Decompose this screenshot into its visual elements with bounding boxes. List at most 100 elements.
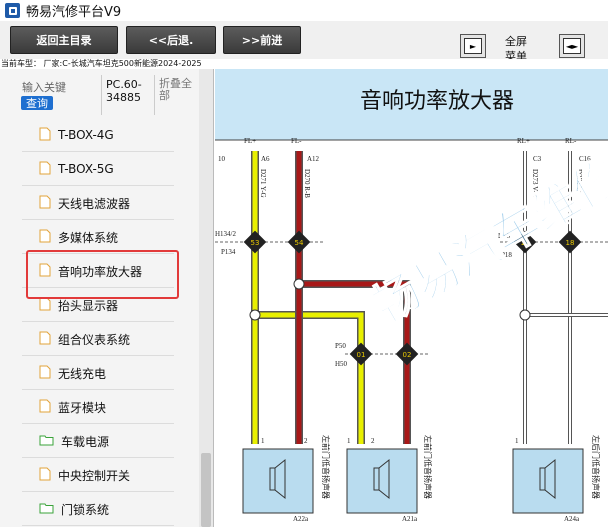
file-icon bbox=[39, 297, 51, 314]
connector-02: 02 bbox=[395, 342, 419, 366]
tree-item-label: 蓝牙模块 bbox=[58, 400, 107, 415]
collapse-all-button[interactable]: 折叠全 部 bbox=[159, 78, 192, 102]
divider bbox=[101, 75, 102, 115]
file-icon bbox=[39, 229, 51, 246]
file-icon bbox=[39, 161, 51, 178]
tree-item[interactable]: T-BOX-4G bbox=[22, 119, 174, 152]
connector-53: 53 bbox=[243, 230, 267, 254]
spk1-pin1: 1 bbox=[261, 437, 265, 445]
spk1-pin2: 2 bbox=[304, 437, 308, 445]
tree-item[interactable]: 蓝牙模块 bbox=[22, 391, 174, 424]
expand-right-icon: ► bbox=[464, 38, 482, 54]
a22a-label: A22a bbox=[293, 515, 309, 523]
title-bar: 畅易汽修平台V9 bbox=[0, 0, 608, 21]
wire-yg-label: D271 Y-G bbox=[259, 169, 267, 198]
p134-label: P134 bbox=[221, 248, 236, 256]
folder-icon bbox=[39, 502, 54, 517]
svg-text:54: 54 bbox=[295, 239, 304, 247]
splice-point bbox=[293, 278, 305, 290]
part-code-line1: PC.60- bbox=[106, 78, 142, 91]
tree-item[interactable]: 门锁系统 bbox=[22, 493, 174, 526]
pin-10-label: 10 bbox=[218, 155, 226, 163]
file-icon bbox=[39, 365, 51, 382]
part-code: PC.60- 34885 bbox=[106, 78, 142, 104]
scrollbar-thumb[interactable] bbox=[201, 453, 211, 527]
collapse-line2: 部 bbox=[159, 89, 170, 102]
tree-item-label: 门锁系统 bbox=[61, 502, 110, 517]
spk3-pin1: 1 bbox=[515, 437, 519, 445]
file-icon bbox=[39, 399, 51, 416]
rl-plus-label: RL+ bbox=[517, 137, 530, 145]
p50-label: P50 bbox=[335, 342, 346, 350]
file-icon bbox=[39, 127, 51, 144]
sidebar-scrollbar[interactable] bbox=[199, 69, 213, 527]
connector-01: 01 bbox=[349, 342, 373, 366]
tree-item-label: 中央控制开关 bbox=[58, 468, 131, 483]
splice-point bbox=[249, 309, 261, 321]
tree-item-label: 无线充电 bbox=[58, 366, 107, 381]
h134-label: H134/2 bbox=[215, 230, 237, 238]
toolbar: 返回主目录 <<后退. >>前进 ► 全屏 菜单 ◄► bbox=[0, 21, 608, 63]
tree-item[interactable]: 车载电源 bbox=[22, 425, 174, 458]
tree-item-label: 组合仪表系统 bbox=[58, 332, 131, 347]
tree-item[interactable]: 天线电滤波器 bbox=[22, 187, 174, 220]
a24a-label: A24a bbox=[564, 515, 580, 523]
file-icon bbox=[39, 331, 51, 348]
wire-rb-label: D270 R-B bbox=[303, 169, 311, 198]
svg-text:53: 53 bbox=[251, 239, 260, 247]
h50-label: H50 bbox=[335, 360, 348, 368]
spk1-name: 左前门低音扬声器 bbox=[321, 435, 331, 499]
spk3-name: 左后门低音扬声器 bbox=[591, 435, 601, 499]
speaker-a21a bbox=[346, 448, 418, 514]
connector-54: 54 bbox=[287, 230, 311, 254]
divider bbox=[154, 75, 155, 115]
tree-item-label: T-BOX-4G bbox=[58, 128, 114, 142]
tree-item-label: 抬头显示器 bbox=[58, 298, 119, 313]
splice-point bbox=[519, 309, 531, 321]
svg-text:01: 01 bbox=[357, 351, 366, 359]
fl-minus-label: FL- bbox=[291, 137, 302, 145]
home-button[interactable]: 返回主目录 bbox=[10, 26, 118, 54]
tree-item-label: T-BOX-5G bbox=[58, 162, 114, 176]
speaker-a24a bbox=[512, 448, 584, 514]
search-button[interactable]: 查询 bbox=[21, 96, 53, 110]
svg-text:02: 02 bbox=[403, 351, 412, 359]
tree-item[interactable]: 中央控制开关 bbox=[22, 459, 174, 492]
fl-plus-label: FL+ bbox=[244, 137, 256, 145]
part-code-line2: 34885 bbox=[106, 91, 141, 104]
back-button[interactable]: <<后退. bbox=[126, 26, 216, 54]
speaker-a22a bbox=[242, 448, 314, 514]
search-input[interactable]: 输入关键 bbox=[22, 79, 66, 95]
pin-a6-label: A6 bbox=[261, 155, 270, 163]
fullscreen-button[interactable]: ◄► bbox=[559, 34, 585, 58]
a21a-label: A21a bbox=[402, 515, 418, 523]
collapse-panel-button[interactable]: ► bbox=[460, 34, 486, 58]
tree-item-label: 天线电滤波器 bbox=[58, 196, 131, 211]
fullscreen-icon: ◄► bbox=[563, 38, 581, 54]
file-icon bbox=[39, 195, 51, 212]
search-area: 输入关键 查询 PC.60- 34885 折叠全 部 bbox=[0, 69, 198, 119]
selection-highlight bbox=[26, 250, 179, 299]
tree-item[interactable]: 组合仪表系统 bbox=[22, 323, 174, 356]
pin-a12-label: A12 bbox=[307, 155, 320, 163]
app-title: 畅易汽修平台V9 bbox=[26, 5, 122, 20]
folder-icon bbox=[39, 434, 54, 449]
tree-item[interactable]: 无线充电 bbox=[22, 357, 174, 390]
spk2-name: 左前门低音扬声器 bbox=[423, 435, 433, 499]
app-logo-icon bbox=[5, 3, 20, 18]
tree-item-label: 车载电源 bbox=[61, 434, 110, 449]
tree-item[interactable]: T-BOX-5G bbox=[22, 153, 174, 186]
file-icon bbox=[39, 467, 51, 484]
current-vehicle-info: 当前车型： 厂家:C-长城汽车坦克500新能源2024-2025 bbox=[0, 59, 608, 69]
wiring-diagram[interactable]: 音响功率放大器 53 54 11 18 01 02 FL+ FL- RL+ RL… bbox=[215, 69, 608, 527]
spk2-pin2: 2 bbox=[371, 437, 375, 445]
forward-button[interactable]: >>前进 bbox=[223, 26, 301, 54]
rl-minus-label: RL- bbox=[565, 137, 577, 145]
svg-text:18: 18 bbox=[566, 239, 575, 247]
fullscreen-label: 全屏 bbox=[505, 35, 527, 48]
spk2-pin1: 1 bbox=[347, 437, 351, 445]
sidebar: 输入关键 查询 PC.60- 34885 折叠全 部 T-BOX-4G T-BOX… bbox=[0, 69, 214, 527]
circuit-svg: 53 54 1 1 18 01 02 FL+ FL- RL+ RL- 10 A6 … bbox=[215, 137, 608, 523]
tree-item-label: 多媒体系统 bbox=[58, 230, 119, 245]
pin-c3-label: C3 bbox=[533, 155, 542, 163]
